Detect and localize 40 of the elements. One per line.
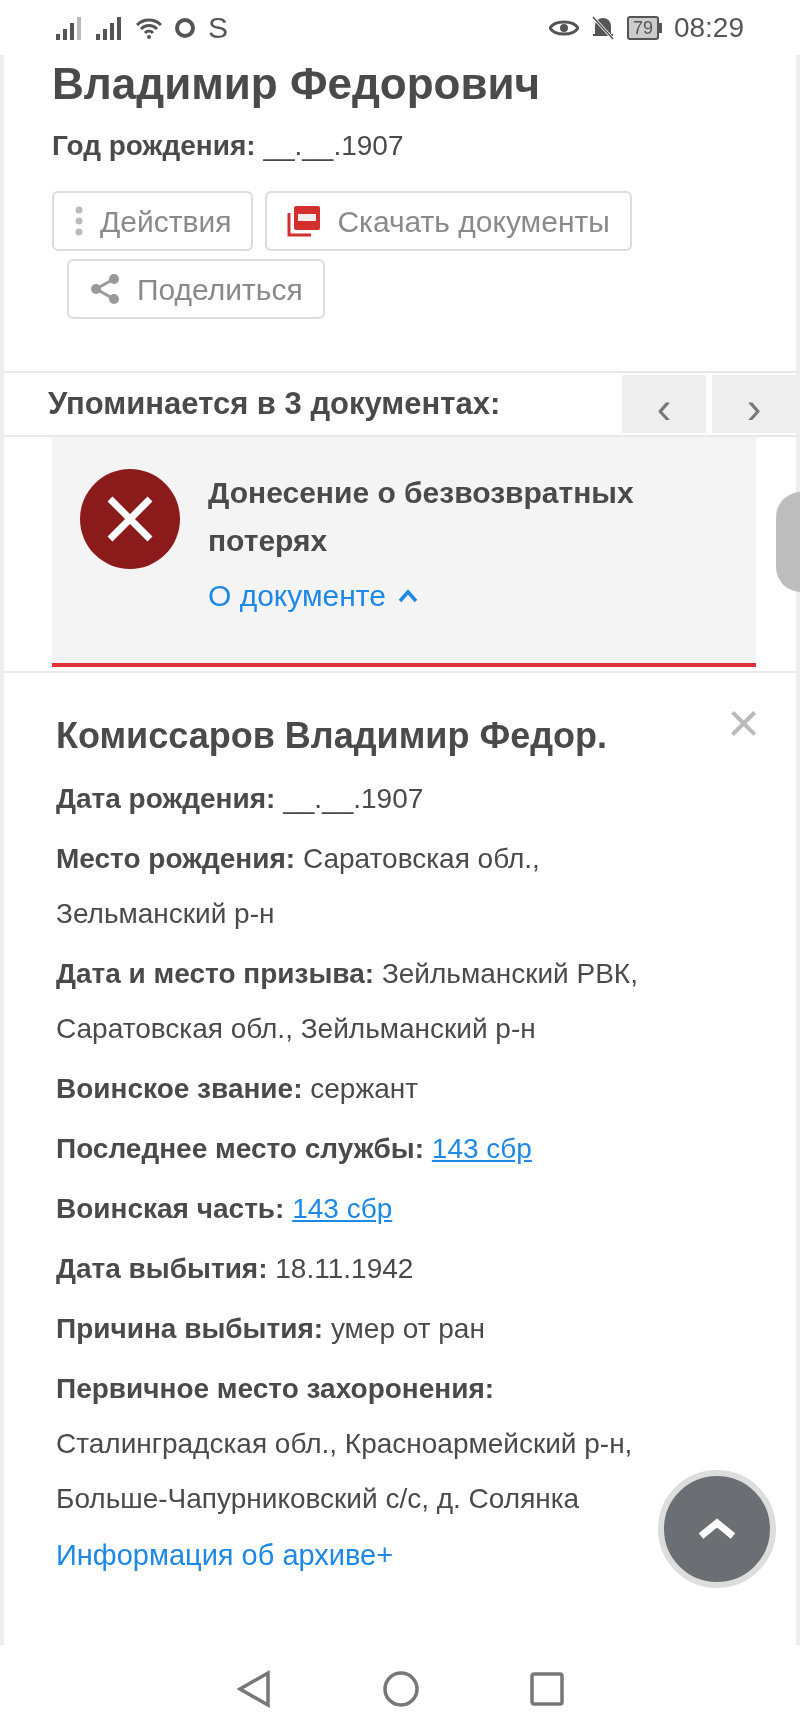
detail-row-text: Воинское звание: сержант — [56, 1072, 419, 1106]
birth-year: Год рождения: __.__.1907 — [52, 129, 405, 163]
record-title: Комиссаров Владимир Федор. — [56, 714, 608, 758]
detail-row-text: Причина выбытия: умер от ран — [56, 1312, 486, 1346]
pdf-icon — [287, 205, 322, 237]
detail-row-text: Первичное место захоронения: Сталинградская обл., Красноармейский р-н, Больше-Чапурниковский с/с, д. Солянка — [56, 1372, 634, 1516]
muted-bell-icon — [590, 14, 615, 41]
wifi-icon — [136, 16, 162, 39]
back-icon[interactable] — [236, 1670, 272, 1708]
close-button[interactable]: × — [727, 695, 760, 751]
error-icon — [80, 469, 180, 569]
person-name: Владимир Федорович — [52, 59, 542, 109]
document-title: Донесение о безвозвратных потерях — [208, 475, 635, 559]
action-button[interactable]: Поделиться — [67, 259, 325, 319]
battery-indicator: 79 — [626, 15, 662, 40]
unit-link[interactable]: 143 сбр — [292, 1193, 393, 1224]
chevron-up-icon — [697, 1518, 737, 1540]
document-info-link[interactable]: О документе — [208, 573, 648, 618]
status-letter: S — [208, 10, 228, 46]
document-card[interactable]: Донесение о безвозвратных потерях О документе — [52, 437, 756, 667]
mentions-title: Упоминается в 3 документах: — [48, 384, 501, 423]
detail-row-text: Место рождения: Саратовская обл., Зельманский р-н — [56, 842, 541, 931]
home-icon[interactable] — [382, 1670, 420, 1708]
unit-link[interactable]: 143 сбр — [431, 1133, 532, 1164]
detail-row-text: Дата рождения: __.__.1907 — [56, 782, 425, 816]
clock: 08:29 — [673, 10, 744, 45]
next-button[interactable]: › — [712, 375, 796, 433]
archive-info-link[interactable]: Информация об архиве+ — [56, 1534, 394, 1578]
signal-icon — [56, 15, 84, 40]
action-button[interactable]: Скачать документы — [265, 191, 632, 251]
signal-icon — [96, 15, 124, 40]
more-icon — [74, 206, 84, 236]
action-button[interactable]: Действия — [52, 191, 254, 251]
sync-icon — [174, 16, 196, 39]
detail-row-text: Воинская часть: 143 сбр — [56, 1192, 394, 1226]
previous-button[interactable]: ‹ — [622, 375, 706, 433]
share-icon — [89, 273, 121, 305]
detail-row-text: Последнее место службы: 143 сбр — [56, 1132, 533, 1166]
recents-icon[interactable] — [530, 1672, 564, 1706]
detail-row-text: Дата выбытия: 18.11.1942 — [56, 1252, 415, 1286]
